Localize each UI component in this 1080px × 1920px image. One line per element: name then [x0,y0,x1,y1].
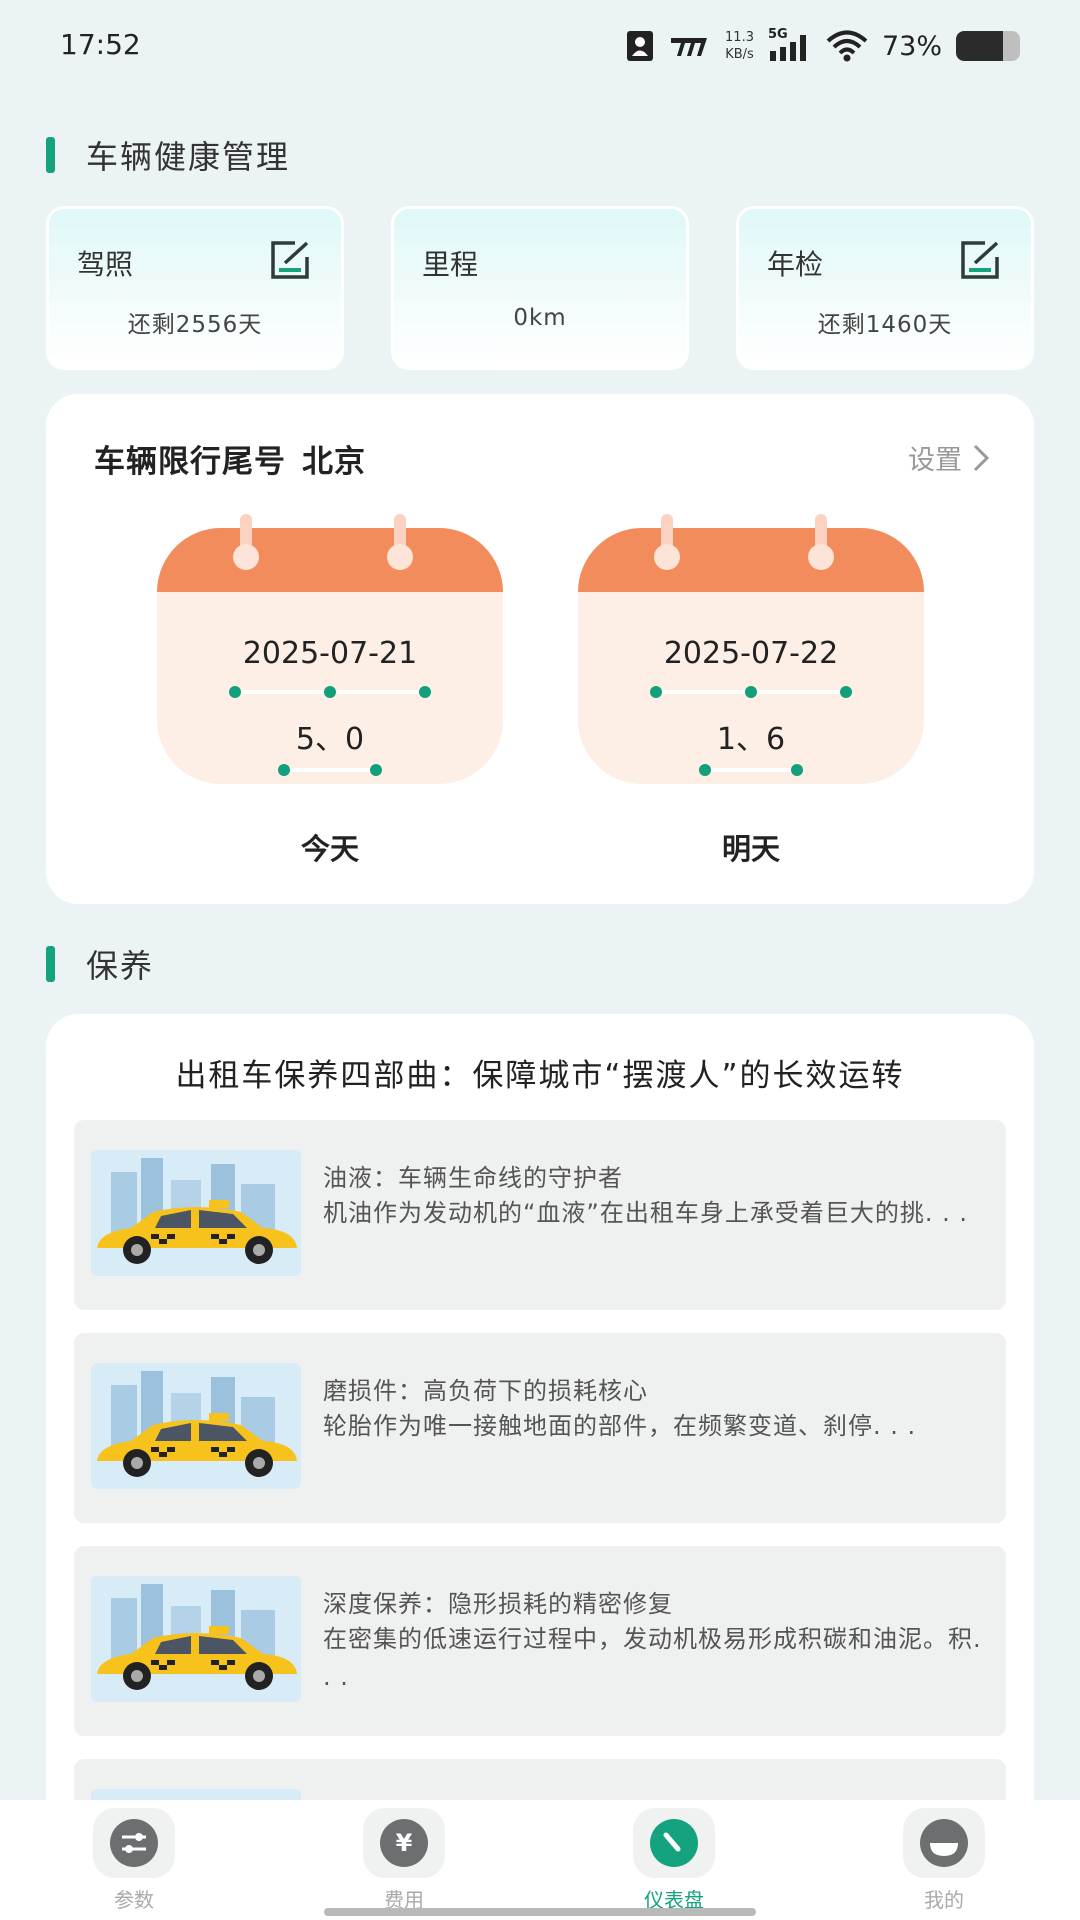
nav-icon-wrap [633,1808,715,1878]
bottom-nav: 参数 ¥ 费用 仪表盘 我的 [0,1800,1080,1920]
article-title: 磨损件：高负荷下的损耗核心 [323,1377,648,1405]
wifi-icon [826,30,868,62]
home-indicator[interactable] [324,1908,756,1916]
net-speed: 11.3 KB/s [725,29,754,63]
plate-title: 车辆限行尾号 北京 [94,436,366,481]
calendar-divider [578,592,924,596]
edit-icon[interactable] [269,239,315,281]
status-time: 17:52 [60,28,141,61]
calendar-date: 2025-07-22 [663,636,839,671]
article-item[interactable]: 磨损件：高负荷下的损耗核心 轮胎作为唯一接触地面的部件，在频繁变道、刹停. . … [74,1333,1006,1523]
divider-dots [699,764,803,776]
plate-setting-label: 设置 [908,445,962,476]
sliders-icon [110,1819,158,1867]
yuan-icon: ¥ [380,1819,428,1867]
calendar-header [578,528,924,592]
taxi-image [91,1150,301,1276]
profile-icon [920,1819,968,1867]
battery-icon [956,31,1020,61]
nav-icon-wrap [93,1808,175,1878]
status-bar: 17:52 11.3 KB/s 5G 73% [0,0,1080,92]
mileage-value: 0km [513,305,567,331]
license-value: 还剩2556天 [127,312,263,338]
inspection-value: 还剩1460天 [817,312,953,338]
inspection-card[interactable]: 年检 还剩1460天 [736,206,1034,370]
article-item[interactable]: 油液：车辆生命线的守护者 机油作为发动机的“血液”在出租车身上承受着巨大的挑. … [74,1120,1006,1310]
battery-fill [956,31,1003,61]
section-accent-bar [46,137,55,173]
calendar-ring [652,514,682,570]
divider-dots [229,686,431,698]
calendar-divider [157,592,503,596]
edit-icon[interactable] [959,239,1005,281]
divider-dots [278,764,382,776]
license-label: 驾照 [77,248,134,281]
article-excerpt: 机油作为发动机的“血液”在出租车身上承受着巨大的挑. . . [323,1199,969,1227]
mileage-label: 里程 [422,248,479,281]
app-badge-icon [671,38,708,56]
plate-title-text: 车辆限行尾号 [94,444,286,480]
calendar-date: 2025-07-21 [242,636,418,671]
svg-text:¥: ¥ [396,1829,413,1857]
article-title: 油液：车辆生命线的守护者 [323,1164,623,1192]
calendar-header [157,528,503,592]
health-section-title-text: 车辆健康管理 [86,138,291,176]
calendar-ring [806,514,836,570]
nav-icon-wrap [903,1808,985,1878]
inspection-label: 年检 [767,248,824,281]
divider-dots [650,686,852,698]
mileage-card[interactable]: 里程 0km [391,206,689,370]
license-card[interactable]: 驾照 还剩2556天 [46,206,344,370]
health-section-title: 车辆健康管理 [46,132,290,178]
article-title: 深度保养：隐形损耗的精密修复 [323,1590,673,1618]
nav-item-params[interactable]: 参数 [74,1808,194,1913]
plate-restriction-card: 车辆限行尾号 北京 设置 2025-07-21 5、0 今天 2025-07-2… [46,394,1034,904]
nav-icon-wrap: ¥ [363,1808,445,1878]
calendar-body: 2025-07-22 1、6 [578,528,924,784]
plate-setting-button[interactable]: 设置 [908,438,990,477]
calendar-body: 2025-07-21 5、0 [157,528,503,784]
nav-item-cost[interactable]: ¥ 费用 [344,1808,464,1913]
nav-label: 我的 [924,1888,964,1912]
battery-percent: 73% [881,30,942,62]
status-icons: 11.3 KB/s 5G 73% [627,26,1020,66]
nav-label: 参数 [114,1888,154,1912]
calendar-tomorrow-label: 明天 [721,832,780,866]
maintenance-card: 出租车保养四部曲：保障城市“摆渡人”的长效运转 油液：车辆生命线的守护者 机油作… [46,1014,1034,1920]
article-excerpt: 在密集的低速运行过程中，发动机极易形成积碳和油泥。积. . . [323,1625,982,1691]
plate-city: 北京 [302,444,366,480]
calendar-ring [231,514,261,570]
contact-card-icon [627,31,654,61]
restricted-numbers: 1、6 [716,722,786,757]
calendar-ring [385,514,415,570]
nav-item-mine[interactable]: 我的 [884,1808,1004,1913]
taxi-image [91,1576,301,1702]
net-speed-unit: KB/s [725,47,754,62]
article-item[interactable]: 深度保养：隐形损耗的精密修复 在密集的低速运行过程中，发动机极易形成积碳和油泥。… [74,1546,1006,1736]
restricted-numbers: 5、0 [295,722,365,757]
article-excerpt: 轮胎作为唯一接触地面的部件，在频繁变道、刹停. . . [323,1412,917,1440]
calendar-today: 2025-07-21 5、0 [157,514,503,784]
maintenance-heading: 出租车保养四部曲：保障城市“摆渡人”的长效运转 [175,1058,905,1094]
calendar-tomorrow: 2025-07-22 1、6 [578,514,924,784]
maintenance-section-title-text: 保养 [86,947,155,985]
nav-item-dashboard[interactable]: 仪表盘 [614,1808,734,1913]
net-speed-value: 11.3 [725,30,754,45]
cellular-signal-icon: 5G [768,27,812,63]
section-accent-bar [46,946,55,982]
calendar-today-label: 今天 [300,832,359,866]
gauge-icon [650,1819,698,1867]
taxi-image [91,1363,301,1489]
maintenance-section-title: 保养 [46,941,154,987]
chevron-right-icon [973,444,990,471]
